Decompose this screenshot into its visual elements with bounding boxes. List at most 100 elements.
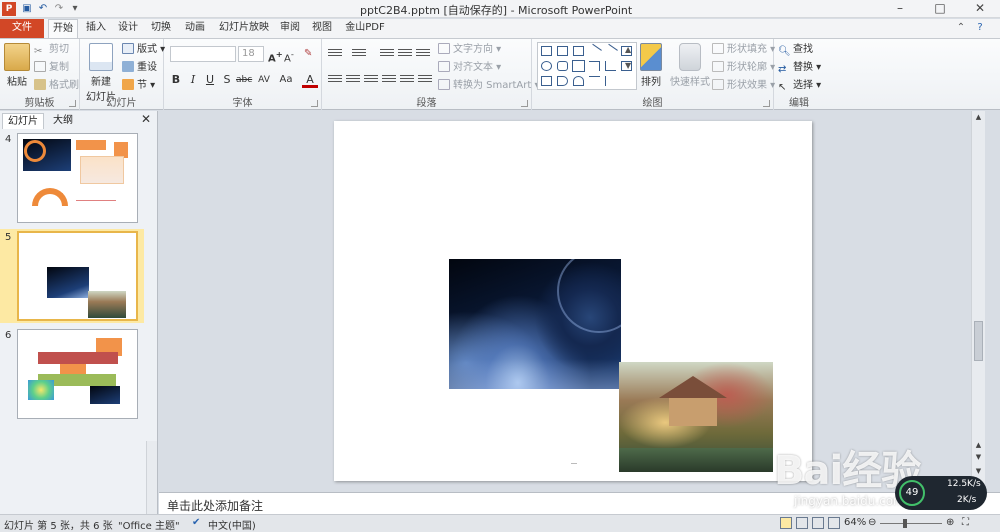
- shape-connector-icon[interactable]: [605, 61, 616, 71]
- maximize-button[interactable]: □: [925, 0, 955, 18]
- next-slide-icon[interactable]: ▼: [974, 453, 983, 462]
- slide-thumbnail-4[interactable]: 4: [0, 131, 144, 225]
- shape-line-icon[interactable]: [587, 43, 602, 59]
- minimize-button[interactable]: –: [885, 0, 915, 18]
- select-button[interactable]: ↖ 选择 ▾: [778, 78, 821, 94]
- tab-slideshow[interactable]: 幻灯片放映: [216, 19, 272, 38]
- distribute-icon[interactable]: [400, 73, 414, 85]
- columns-icon[interactable]: [418, 73, 432, 85]
- shapes-more-icon[interactable]: ▲ ▼: [625, 42, 631, 70]
- shape-wave-icon[interactable]: [589, 76, 600, 86]
- shape-callout-icon[interactable]: [557, 76, 568, 86]
- font-color-button[interactable]: A: [302, 72, 318, 88]
- tab-home[interactable]: 开始: [48, 19, 78, 38]
- slideshow-view-icon[interactable]: [828, 517, 840, 529]
- numbering-icon[interactable]: [352, 47, 366, 59]
- font-size-combo[interactable]: 18: [238, 46, 264, 62]
- zoom-out-icon[interactable]: ⊖: [868, 517, 876, 528]
- shape-arrow-icon[interactable]: [603, 43, 618, 59]
- section-button[interactable]: 节 ▾: [122, 78, 155, 94]
- powerpoint-app-icon[interactable]: P: [2, 2, 16, 16]
- align-text-button[interactable]: 对齐文本 ▾: [438, 60, 501, 76]
- normal-view-icon[interactable]: [780, 517, 792, 529]
- close-panel-icon[interactable]: ✕: [141, 112, 151, 126]
- shape-rectangle-icon[interactable]: [541, 46, 552, 56]
- shape-rounded-rect-icon[interactable]: [557, 61, 568, 71]
- font-launcher-icon[interactable]: [311, 100, 318, 107]
- grow-font-button[interactable]: A+: [268, 46, 283, 64]
- shape-brace-icon[interactable]: [605, 76, 616, 86]
- paragraph-launcher-icon[interactable]: [521, 100, 528, 107]
- network-speed-widget[interactable]: 49 12.5K/s 2K/s: [895, 476, 987, 510]
- slide-thumbnail-5[interactable]: 5: [0, 229, 144, 323]
- paste-button[interactable]: 粘贴: [4, 43, 30, 88]
- align-center-icon[interactable]: [346, 73, 360, 85]
- reset-button[interactable]: 重设: [122, 60, 157, 76]
- shape-oval-icon[interactable]: [541, 61, 552, 71]
- tab-design[interactable]: 设计: [114, 19, 142, 38]
- font-name-combo[interactable]: [170, 46, 236, 62]
- shape-triangle-icon[interactable]: [572, 60, 585, 72]
- current-slide-canvas[interactable]: [334, 121, 812, 481]
- tab-file[interactable]: 文件: [0, 19, 44, 38]
- reading-view-icon[interactable]: [812, 517, 824, 529]
- shrink-font-button[interactable]: A-: [284, 46, 294, 64]
- previous-slide-icon[interactable]: ▲: [974, 441, 983, 450]
- cottage-painting-picture[interactable]: [619, 362, 773, 472]
- customize-qat-icon[interactable]: ▾: [68, 2, 82, 16]
- zoom-slider[interactable]: [880, 523, 942, 524]
- scroll-up-icon[interactable]: ▲: [974, 113, 983, 122]
- layout-button[interactable]: 版式 ▾: [122, 42, 165, 58]
- strikethrough-button[interactable]: abc: [236, 72, 252, 88]
- zoom-level[interactable]: 64%: [844, 517, 866, 528]
- tab-review[interactable]: 审阅: [277, 19, 303, 38]
- copy-button[interactable]: 复制: [34, 60, 69, 76]
- shapes-gallery[interactable]: [537, 42, 637, 90]
- justify-icon[interactable]: [382, 73, 396, 85]
- clear-formatting-icon[interactable]: ✎: [304, 46, 312, 62]
- shape-picture-icon[interactable]: [573, 46, 584, 56]
- redo-icon[interactable]: ↷: [52, 2, 66, 16]
- tab-animations[interactable]: 动画: [180, 19, 210, 38]
- fit-to-window-icon[interactable]: ⛶: [962, 517, 969, 528]
- clipboard-launcher-icon[interactable]: [69, 100, 76, 107]
- italic-button[interactable]: I: [185, 72, 201, 88]
- close-window-button[interactable]: ✕: [965, 0, 995, 18]
- smartart-button[interactable]: 转换为 SmartArt ▾: [438, 78, 540, 94]
- scroll-down-icon[interactable]: ▼: [974, 467, 983, 476]
- line-spacing-icon[interactable]: [416, 47, 430, 59]
- undo-icon[interactable]: ↶: [36, 2, 50, 16]
- tab-outline-panel[interactable]: 大纲: [48, 113, 78, 129]
- shape-elbow-icon[interactable]: [589, 61, 600, 71]
- zoom-in-icon[interactable]: ⊕: [946, 517, 954, 528]
- help-icon[interactable]: ?: [972, 19, 988, 38]
- tab-view[interactable]: 视图: [309, 19, 335, 38]
- tab-slides-panel[interactable]: 幻灯片: [2, 113, 44, 129]
- zoom-slider-thumb[interactable]: [903, 519, 907, 528]
- shape-down-arrow-icon[interactable]: [541, 76, 552, 86]
- underline-button[interactable]: U: [202, 72, 218, 88]
- align-right-icon[interactable]: [364, 73, 378, 85]
- shape-fill-button[interactable]: 形状填充 ▾: [712, 42, 775, 58]
- bold-button[interactable]: B: [168, 72, 184, 88]
- minimize-ribbon-icon[interactable]: ⌃: [954, 19, 968, 38]
- language-indicator[interactable]: 中文(中国): [208, 517, 256, 532]
- char-spacing-button[interactable]: AV: [256, 72, 272, 88]
- slide-sorter-icon[interactable]: [796, 517, 808, 529]
- change-case-button[interactable]: Aa: [278, 72, 294, 88]
- quick-styles-button[interactable]: 快速样式: [670, 43, 710, 88]
- notes-pane[interactable]: 单击此处添加备注: [159, 492, 1000, 514]
- decrease-indent-icon[interactable]: [380, 47, 394, 59]
- slides-panel-scrollbar[interactable]: [146, 441, 157, 514]
- text-direction-button[interactable]: 文字方向 ▾: [438, 42, 501, 58]
- bullets-icon[interactable]: [328, 47, 342, 59]
- space-planet-picture[interactable]: [449, 259, 621, 389]
- spell-check-icon[interactable]: ✔: [192, 517, 200, 528]
- arrange-button[interactable]: 排列: [636, 43, 666, 88]
- align-left-icon[interactable]: [328, 73, 342, 85]
- shape-effects-button[interactable]: 形状效果 ▾: [712, 78, 775, 94]
- shape-outline-button[interactable]: 形状轮廓 ▾: [712, 60, 775, 76]
- find-button[interactable]: 🔍︎ 查找: [778, 42, 813, 58]
- shape-curve-icon[interactable]: [573, 76, 584, 86]
- drawing-launcher-icon[interactable]: [763, 100, 770, 107]
